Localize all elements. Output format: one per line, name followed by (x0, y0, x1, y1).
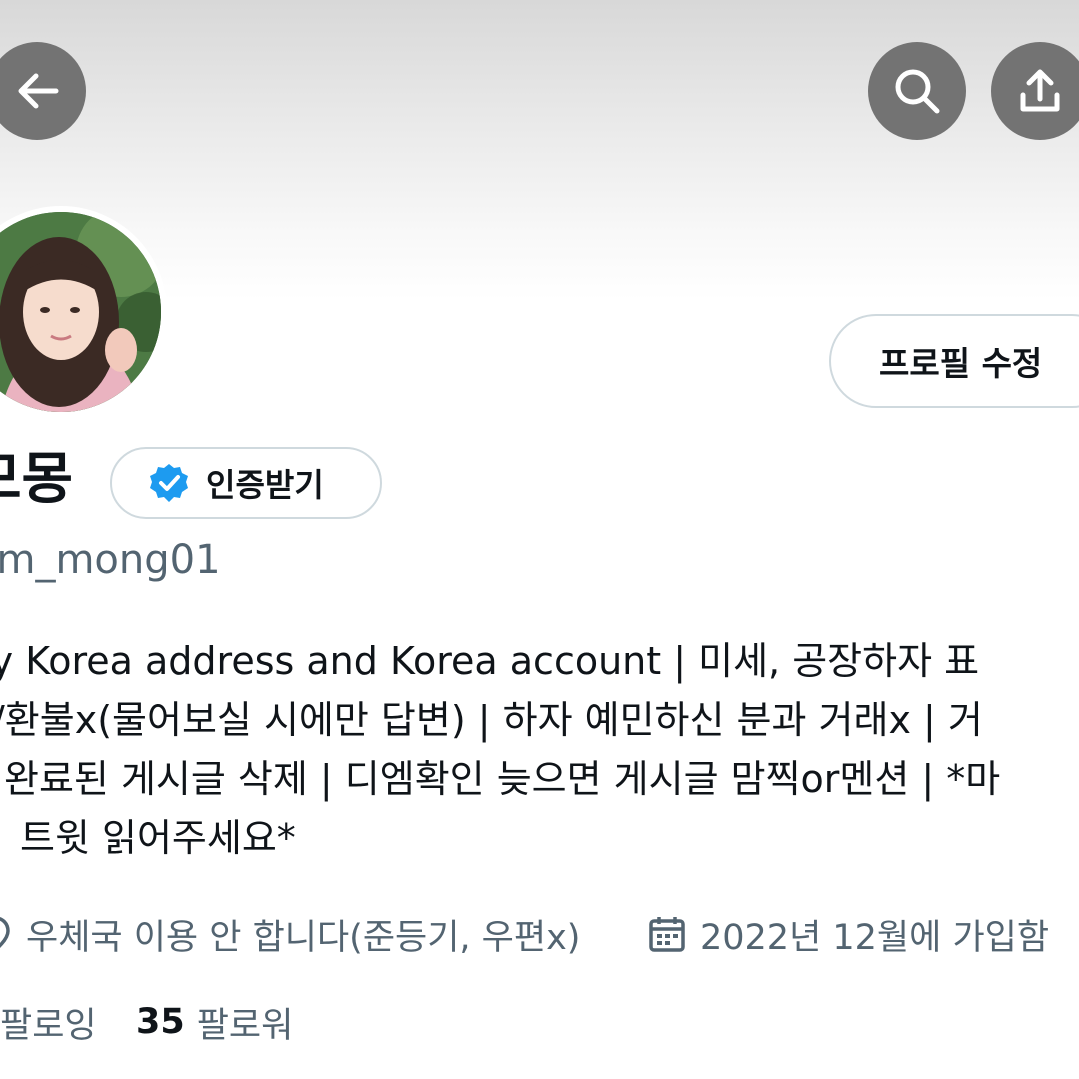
bio-line: 트윗 읽어주세요* (20, 816, 296, 860)
arrow-left-icon (18, 73, 59, 109)
edit-profile-button[interactable]: 프로필 수정 (829, 314, 1079, 408)
verify-label: 인증받기 (206, 466, 324, 504)
get-verified-button[interactable]: 인증받기 (110, 447, 382, 519)
search-button[interactable] (868, 42, 966, 140)
user-handle: om_mong01 (0, 537, 221, 583)
join-date-text: 2022년 12월에 가입함 (700, 917, 1050, 958)
verified-badge-icon (150, 464, 188, 502)
display-name: 모몽 (0, 447, 74, 512)
followers-label: 팔로워 (196, 1005, 294, 1046)
bio-line: nly Korea address and Korea account | 미세… (0, 639, 980, 683)
calendar-icon (649, 917, 685, 952)
following-label: 팔로잉 (0, 1005, 97, 1046)
profile-location: 우체국 이용 안 합니다(준등기, 우편x) (0, 906, 580, 962)
bio-line: /환불x(물어보실 시에만 답변) | 하자 예민하신 분과 거래x | 거 (0, 698, 983, 742)
following-link[interactable]: 팔로잉 (0, 994, 97, 1050)
search-icon (895, 69, 940, 114)
followers-count: 35 (136, 1002, 185, 1042)
share-icon (1020, 69, 1060, 112)
edit-profile-label: 프로필 수정 (879, 344, 1043, 383)
avatar-photo (0, 212, 161, 412)
bio-line: 완료된 게시글 삭제 | 디엠확인 늦으면 게시글 맘찍or멘션 | *마 (4, 757, 1001, 801)
profile-bio: nly Korea address and Korea account | 미세… (0, 632, 1079, 868)
location-pin-icon (0, 917, 10, 948)
followers-link[interactable]: 35 팔로워 (136, 994, 293, 1050)
share-button[interactable] (991, 42, 1079, 140)
location-text: 우체국 이용 안 합니다(준등기, 우편x) (26, 917, 581, 958)
profile-join-date: 2022년 12월에 가입함 (648, 906, 1049, 962)
